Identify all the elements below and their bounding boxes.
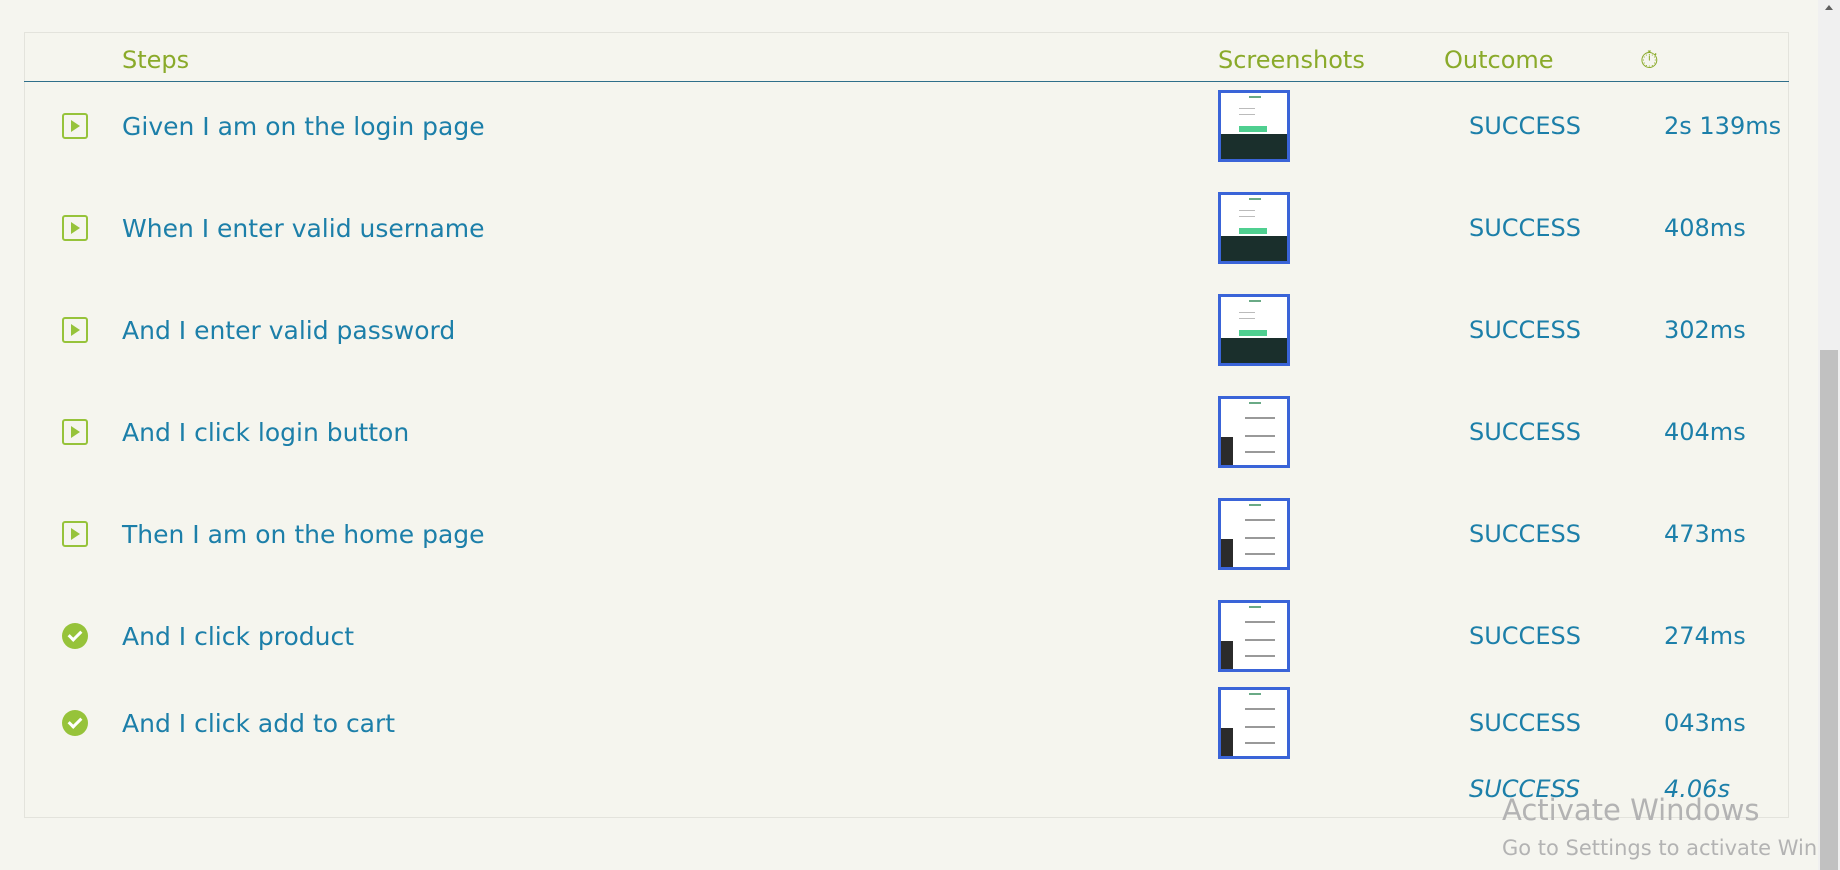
steps-header: Steps xyxy=(122,46,190,74)
play-icon[interactable] xyxy=(62,521,88,547)
duration-text: 043ms xyxy=(1664,709,1746,737)
duration-text: 404ms xyxy=(1664,418,1746,446)
scroll-up-arrow-icon[interactable] xyxy=(1825,5,1833,10)
activate-windows-title: Activate Windows xyxy=(1502,793,1760,827)
stopwatch-icon: ⏱ xyxy=(1640,46,1659,74)
step-row: And I click add to cart SUCCESS 043ms xyxy=(24,681,1789,783)
play-icon[interactable] xyxy=(62,215,88,241)
outcome-text: SUCCESS xyxy=(1469,418,1581,446)
play-icon[interactable] xyxy=(62,317,88,343)
duration-text: 274ms xyxy=(1664,622,1746,650)
step-text: Given I am on the login page xyxy=(122,112,485,141)
step-text: And I click login button xyxy=(122,418,410,447)
screenshot-thumbnail[interactable] xyxy=(1218,498,1290,570)
screenshot-thumbnail[interactable] xyxy=(1218,687,1290,759)
outcome-text: SUCCESS xyxy=(1469,316,1581,344)
step-row: And I click login button SUCCESS 404ms xyxy=(24,390,1789,492)
screenshot-thumbnail[interactable] xyxy=(1218,90,1290,162)
outcome-text: SUCCESS xyxy=(1469,622,1581,650)
outcome-text: SUCCESS xyxy=(1469,520,1581,548)
step-text: And I enter valid password xyxy=(122,316,456,345)
duration-text: 302ms xyxy=(1664,316,1746,344)
step-row: Then I am on the home page SUCCESS 473ms xyxy=(24,492,1789,594)
vertical-scrollbar[interactable] xyxy=(1818,0,1840,870)
scrollbar-thumb[interactable] xyxy=(1820,350,1838,870)
screenshot-thumbnail[interactable] xyxy=(1218,600,1290,672)
screenshots-header: Screenshots xyxy=(1218,46,1365,74)
step-text: When I enter valid username xyxy=(122,214,485,243)
play-icon[interactable] xyxy=(62,419,88,445)
outcome-text: SUCCESS xyxy=(1469,214,1581,242)
check-circle-icon xyxy=(62,710,88,736)
step-row: Given I am on the login page SUCCESS 2s … xyxy=(24,84,1789,186)
outcome-text: SUCCESS xyxy=(1469,112,1581,140)
duration-text: 473ms xyxy=(1664,520,1746,548)
step-row: When I enter valid username SUCCESS 408m… xyxy=(24,186,1789,288)
play-icon[interactable] xyxy=(62,113,88,139)
step-text: Then I am on the home page xyxy=(122,520,485,549)
activate-windows-subtitle: Go to Settings to activate Windows. xyxy=(1502,836,1840,860)
step-text: And I click add to cart xyxy=(122,709,396,738)
step-row: And I enter valid password SUCCESS 302ms xyxy=(24,288,1789,390)
screenshot-thumbnail[interactable] xyxy=(1218,396,1290,468)
screenshot-thumbnail[interactable] xyxy=(1218,192,1290,264)
outcome-text: SUCCESS xyxy=(1469,709,1581,737)
duration-text: 408ms xyxy=(1664,214,1746,242)
check-circle-icon xyxy=(62,623,88,649)
duration-text: 2s 139ms xyxy=(1664,112,1782,140)
screenshot-thumbnail[interactable] xyxy=(1218,294,1290,366)
table-header: Steps Screenshots Outcome ⏱ xyxy=(24,32,1789,82)
step-text: And I click product xyxy=(122,622,355,651)
outcome-header: Outcome xyxy=(1444,46,1554,74)
